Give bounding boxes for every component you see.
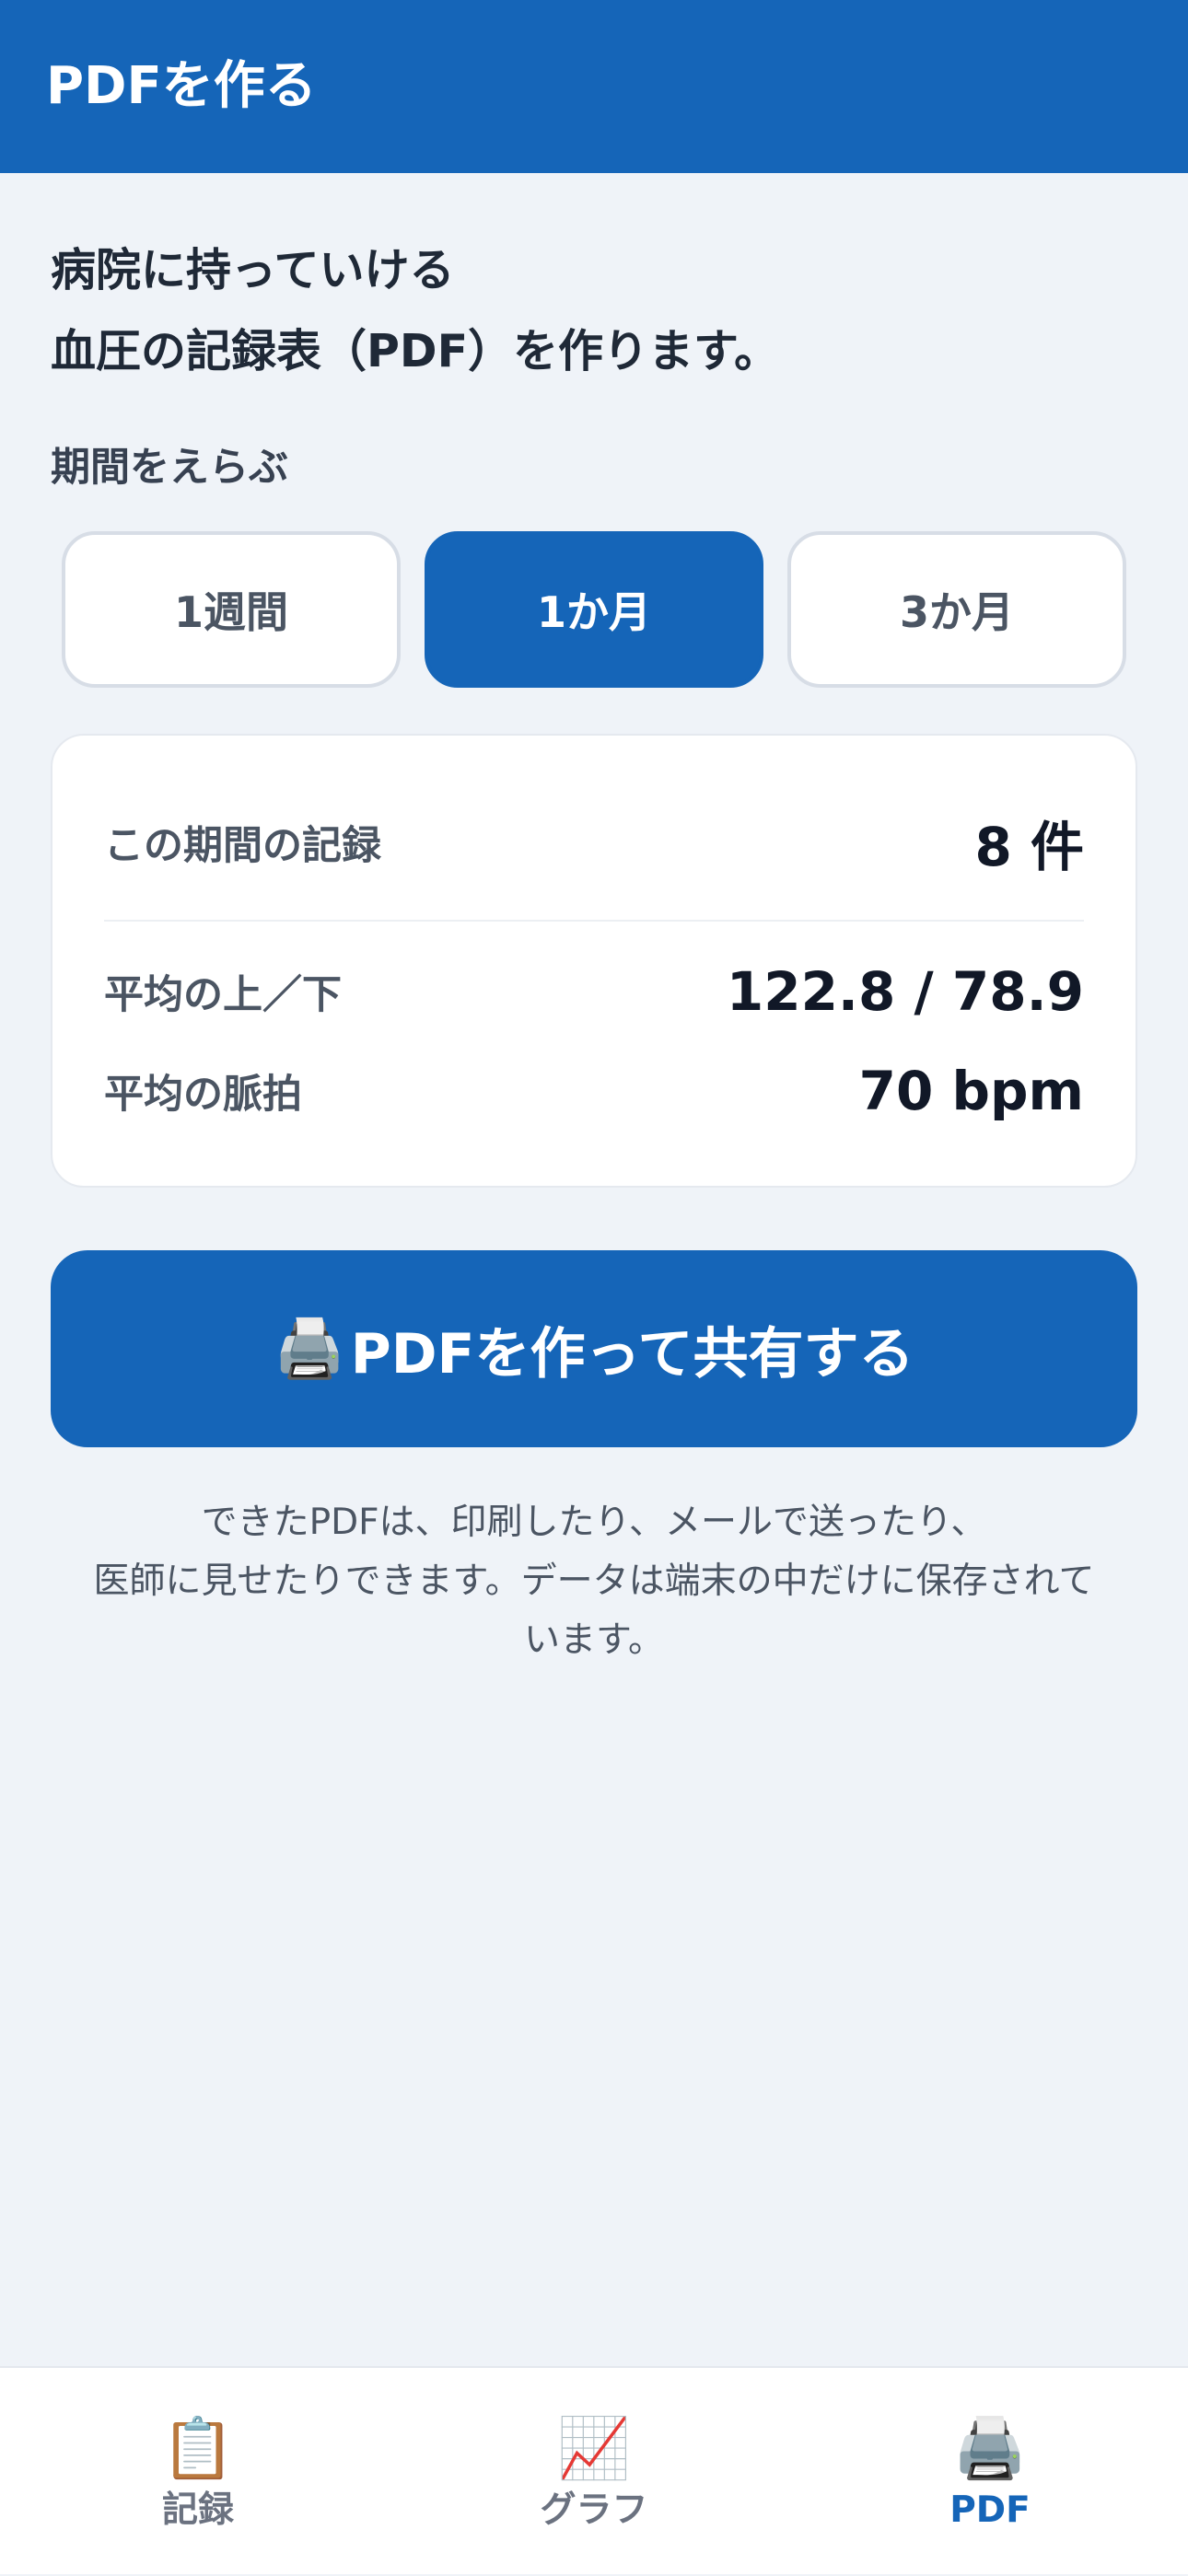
- note-line-1: できたPDFは、印刷したり、メールで送ったり、: [201, 1502, 987, 1543]
- period-option-label: 1か月: [536, 587, 651, 637]
- records-label: この期間の記録: [104, 823, 381, 869]
- records-value: 8 件: [974, 816, 1084, 878]
- share-button-label: PDFを作って共有する: [350, 1321, 914, 1387]
- info-note: できたPDFは、印刷したり、メールで送ったり、 医師に見せたりできます。データは…: [41, 1493, 1147, 1670]
- intro-line-1: 病院に持っていける: [51, 244, 455, 296]
- tab-pdf[interactable]: 🖨️ PDF: [792, 2368, 1188, 2576]
- printer-icon: 🖨️: [274, 1315, 345, 1382]
- avg-pulse-value: 70 bpm: [858, 1060, 1084, 1122]
- tab-label: グラフ: [540, 2489, 648, 2531]
- app-header: PDFを作る: [0, 0, 1188, 173]
- create-share-pdf-button[interactable]: 🖨️ PDFを作って共有する: [51, 1250, 1137, 1447]
- note-line-3: います。: [523, 1619, 665, 1661]
- intro-text: 病院に持っていける 血圧の記録表（PDF）を作ります。: [51, 230, 1137, 392]
- page-title: PDFを作る: [46, 56, 317, 116]
- period-option-1-week[interactable]: 1週間: [62, 531, 401, 688]
- tab-label: 記録: [161, 2489, 234, 2531]
- printer-icon: 🖨️: [953, 2415, 1027, 2483]
- tab-label: PDF: [949, 2489, 1031, 2531]
- intro-line-2: 血圧の記録表（PDF）を作ります。: [51, 325, 780, 377]
- avg-bp-label: 平均の上／下: [104, 972, 342, 1018]
- avg-bp-row: 平均の上／下 122.8 / 78.9: [104, 949, 1084, 1034]
- period-option-3-months[interactable]: 3か月: [787, 531, 1126, 688]
- note-line-2: 医師に見せたりできます。データは端末の中だけに保存されて: [93, 1561, 1095, 1602]
- period-option-label: 1週間: [173, 587, 288, 637]
- avg-bp-value: 122.8 / 78.9: [726, 960, 1084, 1023]
- records-row: この期間の記録 8 件: [104, 800, 1084, 885]
- period-option-1-month[interactable]: 1か月: [425, 531, 763, 688]
- bottom-tab-bar: 📋 記録 📈 グラフ 🖨️ PDF: [0, 2366, 1188, 2574]
- summary-divider: [104, 920, 1084, 922]
- chart-icon: 📈: [557, 2415, 631, 2483]
- period-label: 期間をえらぶ: [51, 445, 288, 491]
- clipboard-icon: 📋: [161, 2415, 235, 2483]
- tab-graph[interactable]: 📈 グラフ: [396, 2368, 792, 2576]
- tab-records[interactable]: 📋 記録: [0, 2368, 396, 2576]
- avg-pulse-row: 平均の脈拍 70 bpm: [104, 1049, 1084, 1133]
- avg-pulse-label: 平均の脈拍: [104, 1072, 302, 1118]
- summary-card: この期間の記録 8 件 平均の上／下 122.8 / 78.9 平均の脈拍 70…: [51, 734, 1137, 1188]
- period-option-label: 3か月: [899, 587, 1014, 637]
